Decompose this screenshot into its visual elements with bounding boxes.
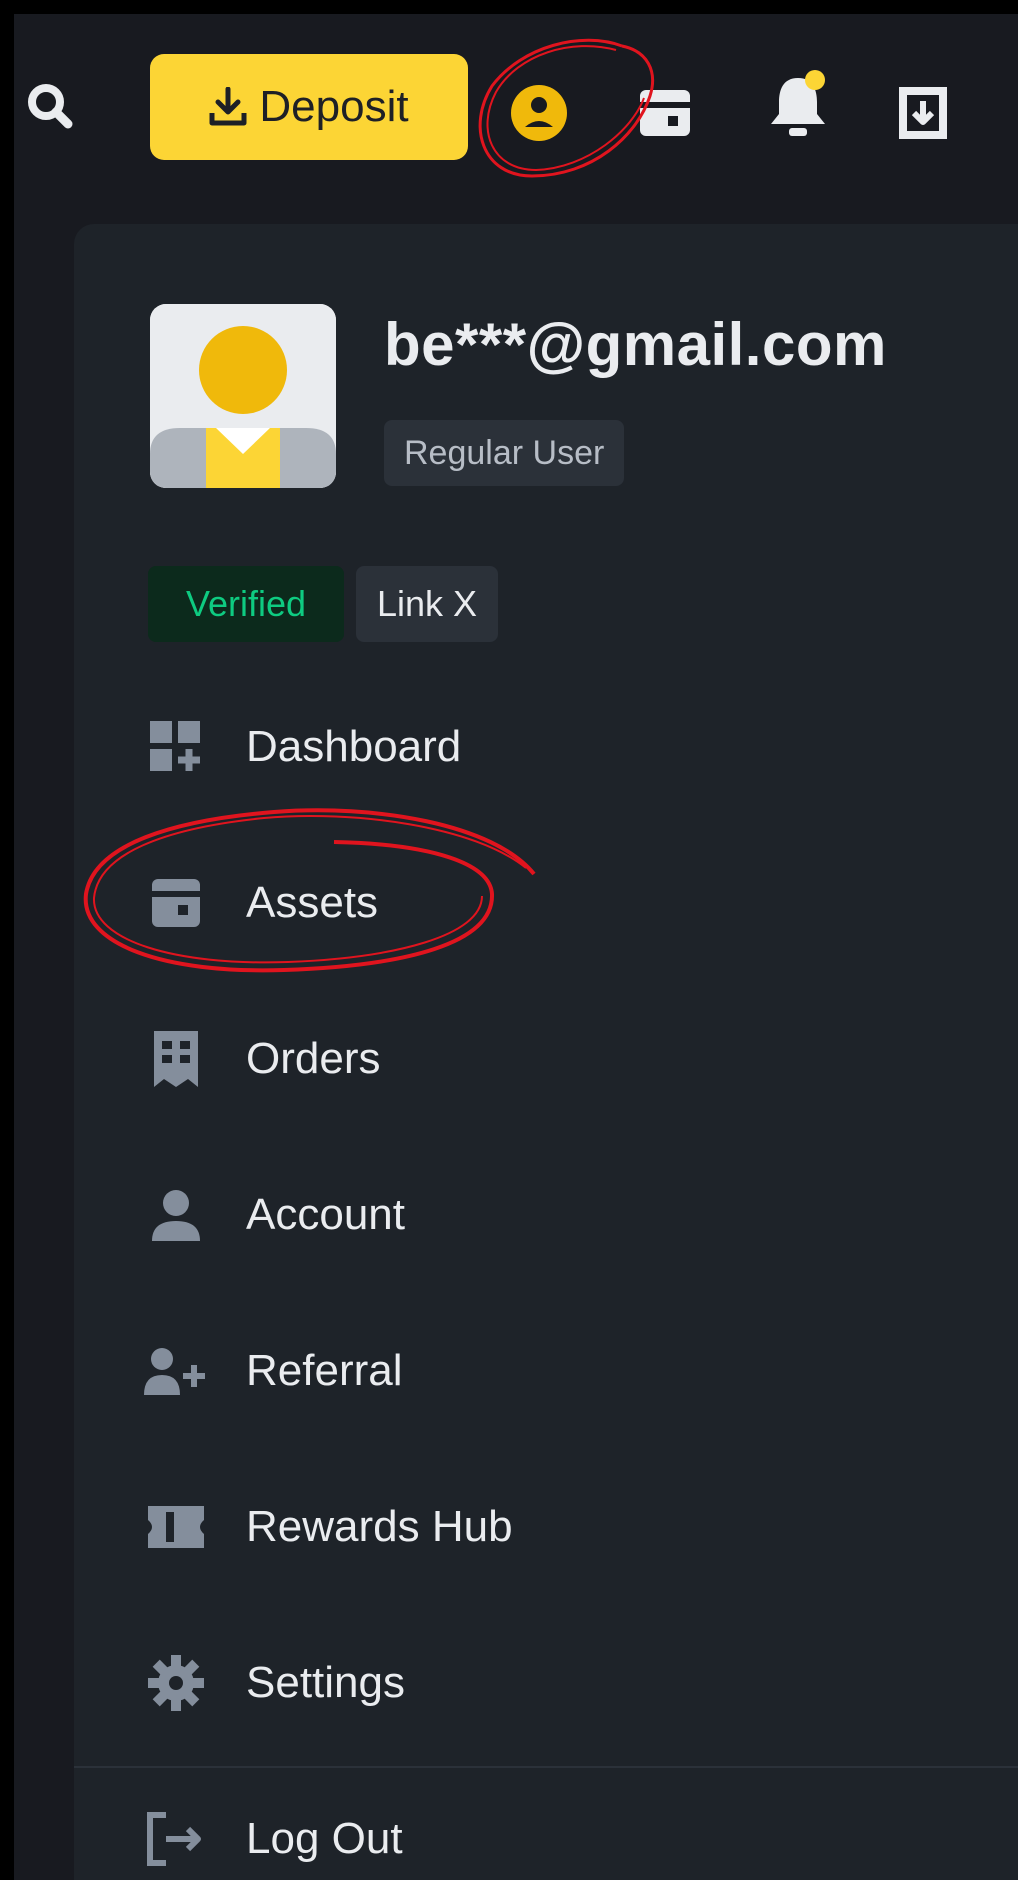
menu-label: Dashboard bbox=[246, 722, 462, 771]
menu-item-referral[interactable]: Referral bbox=[144, 1316, 964, 1426]
menu-label: Assets bbox=[246, 878, 379, 927]
logout-icon bbox=[144, 1807, 208, 1871]
orders-icon bbox=[144, 1027, 208, 1091]
account-email: be***@gmail.com bbox=[384, 311, 887, 378]
wallet-icon bbox=[640, 90, 690, 136]
user-icon bbox=[144, 1183, 208, 1247]
avatar[interactable] bbox=[150, 304, 336, 488]
menu-item-logout[interactable]: Log Out bbox=[144, 1784, 964, 1880]
wallet-icon bbox=[144, 871, 208, 935]
menu-label: Settings bbox=[246, 1658, 405, 1707]
ticket-icon bbox=[144, 1495, 208, 1559]
menu-label: Orders bbox=[246, 1034, 381, 1083]
app-window: Deposit be***@gmail.com Regular User Ver… bbox=[14, 14, 1018, 1880]
download-icon bbox=[209, 87, 247, 126]
avatar-icon bbox=[150, 304, 336, 488]
menu-item-rewards-hub[interactable]: Rewards Hub bbox=[144, 1472, 964, 1582]
profile-button[interactable] bbox=[504, 78, 574, 148]
search-icon bbox=[28, 84, 73, 129]
dashboard-icon bbox=[144, 715, 208, 779]
deposit-label: Deposit bbox=[259, 82, 409, 131]
menu-item-assets[interactable]: Assets bbox=[144, 848, 964, 958]
deposit-button[interactable]: Deposit bbox=[150, 54, 468, 160]
gear-icon bbox=[144, 1651, 208, 1715]
notifications-button[interactable] bbox=[760, 66, 836, 146]
user-plus-icon bbox=[144, 1339, 208, 1403]
verified-badge[interactable]: Verified bbox=[148, 566, 344, 642]
menu-label: Referral bbox=[246, 1346, 403, 1395]
wallet-button[interactable] bbox=[630, 78, 700, 148]
download-app-icon bbox=[899, 87, 947, 139]
menu-item-dashboard[interactable]: Dashboard bbox=[144, 692, 964, 802]
download-app-button[interactable] bbox=[888, 78, 958, 148]
menu-item-settings[interactable]: Settings bbox=[144, 1628, 964, 1738]
menu-item-account[interactable]: Account bbox=[144, 1160, 964, 1270]
user-level-badge: Regular User bbox=[384, 420, 625, 486]
user-circle-icon bbox=[511, 85, 567, 141]
bell-icon bbox=[771, 70, 825, 136]
menu-label: Rewards Hub bbox=[246, 1502, 513, 1551]
menu-item-orders[interactable]: Orders bbox=[144, 1004, 964, 1114]
menu-label: Log Out bbox=[246, 1814, 403, 1863]
search-button[interactable] bbox=[14, 70, 84, 140]
menu-label: Account bbox=[246, 1190, 405, 1239]
menu-divider bbox=[74, 1766, 1018, 1768]
link-x-badge[interactable]: Link X bbox=[356, 566, 498, 642]
